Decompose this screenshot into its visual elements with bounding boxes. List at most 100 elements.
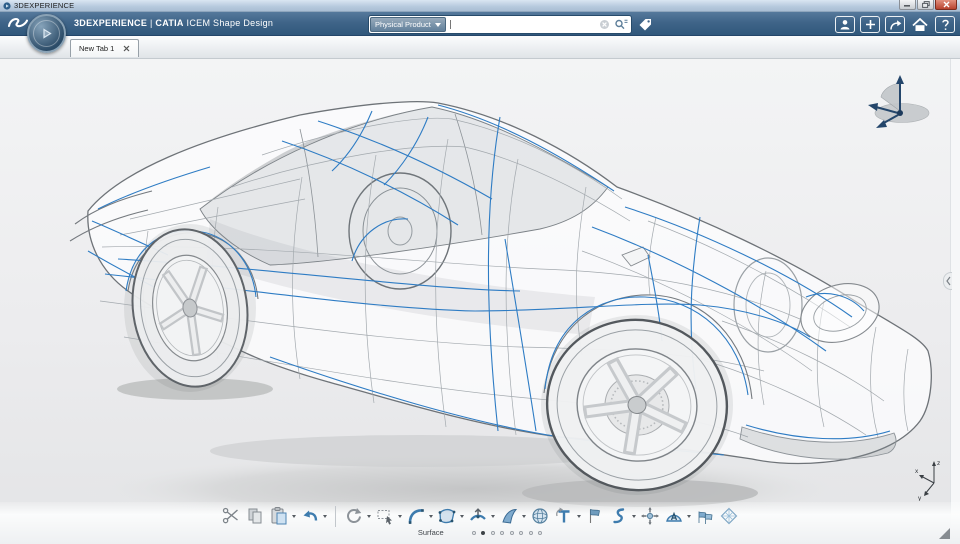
user-profile-button[interactable] [835,16,855,33]
app-icon [3,1,11,10]
surface-analysis-button[interactable] [663,505,692,527]
dropdown-caret[interactable] [522,514,526,518]
dropdown-caret[interactable] [367,514,371,518]
page-dot-3[interactable] [500,530,505,535]
twist-icon [556,507,570,523]
window-titlebar[interactable]: 3DEXPERIENCE [0,0,960,12]
header-icon-group [835,16,955,33]
resize-grip[interactable] [939,528,950,539]
dropdown-caret[interactable] [323,514,327,518]
paste-icon [271,507,287,525]
tab-new-tab-1[interactable]: New Tab 1 [70,39,140,57]
search-bar[interactable]: Physical Product [368,15,632,34]
frame-selection-icon [377,510,392,525]
application-window: 3DEXPERIENCE 3DEXPERIENCE | CATIA ICEM S… [0,0,960,544]
dropdown-caret[interactable] [460,514,464,518]
chevron-left-icon [945,276,950,286]
clear-search-icon[interactable] [599,19,610,30]
create-curve-button[interactable] [405,505,434,527]
app-title: 3DEXPERIENCE | CATIA ICEM Shape Design [74,18,273,28]
dropdown-caret[interactable] [577,514,581,518]
s-curve-icon [613,508,625,524]
match-curve-button[interactable] [608,505,637,527]
dropdown-caret[interactable] [429,514,433,518]
restore-icon [921,1,930,8]
dropdown-caret[interactable] [632,514,636,518]
plus-icon [865,20,875,29]
create-patch-button[interactable] [436,505,465,527]
tab-strip: New Tab 1 [0,36,960,59]
search-scope-label: Physical Product [375,20,431,29]
dropdown-caret[interactable] [292,514,296,518]
user-icon [840,20,850,30]
car-wireframe-model[interactable] [0,59,960,544]
sphere-button[interactable] [529,505,551,527]
title-divider: | [149,18,153,28]
blend-surface-button[interactable] [498,505,527,527]
share-button[interactable] [885,16,905,33]
panel-expand-handle[interactable] [943,272,952,290]
minimize-button[interactable] [899,0,916,10]
search-icon[interactable] [614,18,628,31]
view-compass[interactable] [862,71,940,133]
undo-button[interactable] [299,505,328,527]
cut-button[interactable] [220,505,242,527]
page-dot-0[interactable] [471,530,476,535]
minimize-icon [904,5,910,7]
net-surface-button[interactable] [718,505,740,527]
toolbar-separator [335,505,336,527]
create-curve-icon [408,509,424,524]
create-patch-icon [438,508,456,524]
curvature-combs-icon [698,511,713,524]
home-button[interactable] [910,16,930,33]
tags-icon[interactable] [638,18,652,31]
axis-label-y: y [918,495,922,501]
paste-button[interactable] [268,505,297,527]
page-dot-6[interactable] [528,530,533,535]
flag-analysis-button[interactable] [584,505,606,527]
right-panel-strip [950,59,960,544]
chevron-down-icon [434,22,441,27]
axis-label-z: z [937,460,940,467]
brand-text: 3DEXPERIENCE [74,18,148,28]
page-dots [471,530,543,535]
help-icon [941,19,949,30]
axis-label-x: x [915,468,919,475]
page-dot-1[interactable] [481,530,486,535]
page-dot-4[interactable] [509,530,514,535]
curvature-combs-button[interactable] [694,505,716,527]
copy-button[interactable] [244,505,266,527]
transform-button[interactable] [639,505,661,527]
update-button[interactable] [343,505,372,527]
close-button[interactable] [935,0,957,10]
dropdown-caret[interactable] [687,514,691,518]
3d-viewport[interactable]: z x y Surface [0,59,960,544]
share-arrow-icon [889,19,901,30]
undo-icon [303,510,318,521]
copy-icon [248,508,262,524]
sphere-icon [532,508,548,524]
action-bar: Surface [0,502,960,544]
flag-icon [589,508,600,523]
action-bar-tools [220,505,740,527]
compass-menu-button[interactable] [27,14,66,53]
dropdown-caret[interactable] [491,514,495,518]
restore-button[interactable] [917,0,934,10]
add-content-button[interactable] [860,16,880,33]
twist-button[interactable] [553,505,582,527]
modify-surface-button[interactable] [467,505,496,527]
tab-close-icon[interactable] [123,45,130,52]
net-surface-icon [720,507,738,525]
frame-selection-button[interactable] [374,505,403,527]
dropdown-caret[interactable] [398,514,402,518]
compass-ring [33,20,60,47]
help-button[interactable] [935,16,955,33]
close-icon [943,1,949,8]
page-dot-7[interactable] [538,530,543,535]
page-dot-5[interactable] [519,530,524,535]
search-scope-dropdown[interactable]: Physical Product [370,17,446,32]
tab-label: New Tab 1 [79,44,115,53]
update-icon [347,508,362,523]
app-header: 3DEXPERIENCE | CATIA ICEM Shape Design P… [0,12,960,53]
page-dot-2[interactable] [490,530,495,535]
